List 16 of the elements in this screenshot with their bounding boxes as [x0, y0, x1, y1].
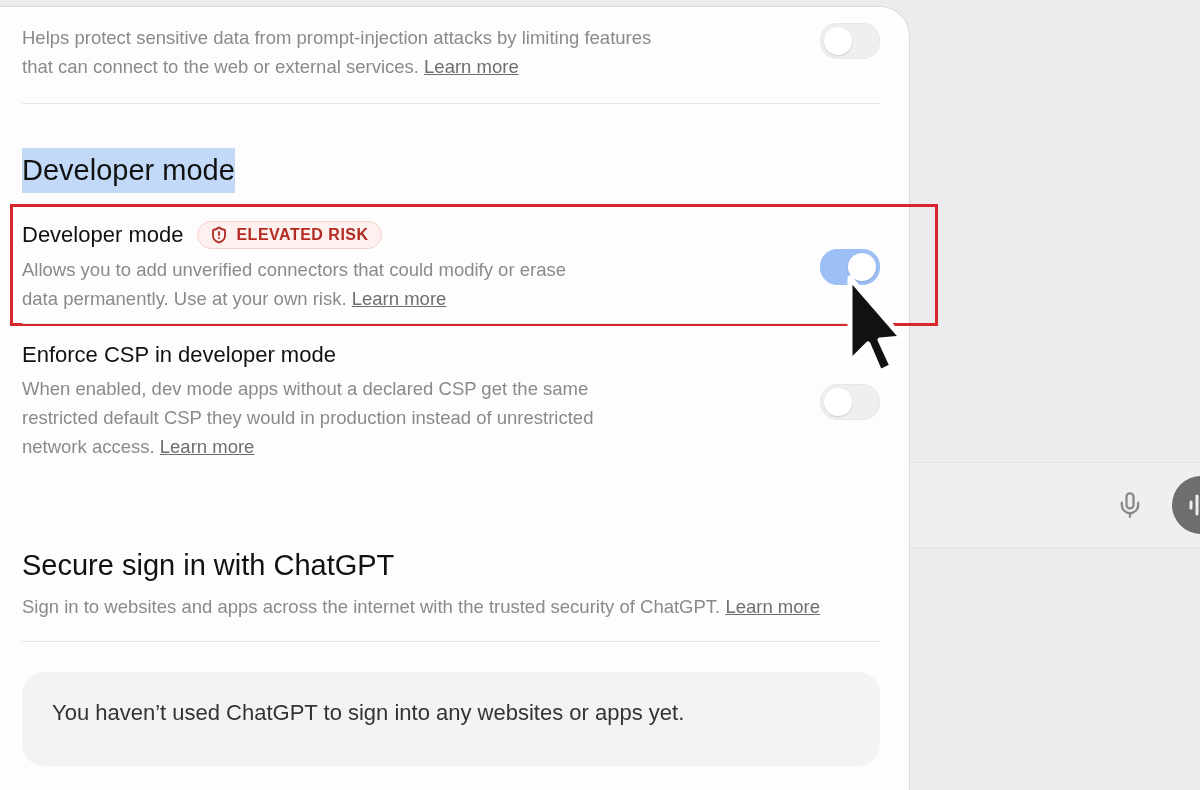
learn-more-link[interactable]: Learn more	[351, 288, 447, 309]
section-heading: Developer mode	[22, 148, 235, 193]
learn-more-link[interactable]: Learn more	[725, 596, 820, 617]
setting-title: Developer mode	[22, 222, 184, 248]
badge-label: ELEVATED RISK	[236, 226, 369, 244]
section-description: Sign in to websites and apps across the internet with the trusted security of ChatGPT. Learn more	[22, 595, 821, 619]
setting-title: Enforce CSP in developer mode	[22, 342, 336, 368]
setting-description: Helps protect sensitive data from prompt-injection attacks by limiting features that can connect to the web or external services. Learn more	[22, 26, 653, 79]
toggle-switch[interactable]	[820, 249, 880, 285]
learn-more-link[interactable]: Learn more	[424, 56, 519, 77]
setting-description: When enabled, dev mode apps without a declared CSP get the same restricted default CSP they would in production instead of unrestricted network access. Learn more	[22, 377, 595, 459]
learn-more-link[interactable]: Learn more	[159, 436, 255, 457]
empty-state-message: You haven’t used ChatGPT to sign into any websites or apps yet.	[52, 700, 686, 726]
section-heading: Secure sign in with ChatGPT	[22, 548, 395, 583]
shield-alert-icon	[210, 226, 229, 244]
setting-description: Allows you to add unverified connectors that could modify or erase data permanently. Use at your own risk. Learn more	[22, 258, 567, 311]
